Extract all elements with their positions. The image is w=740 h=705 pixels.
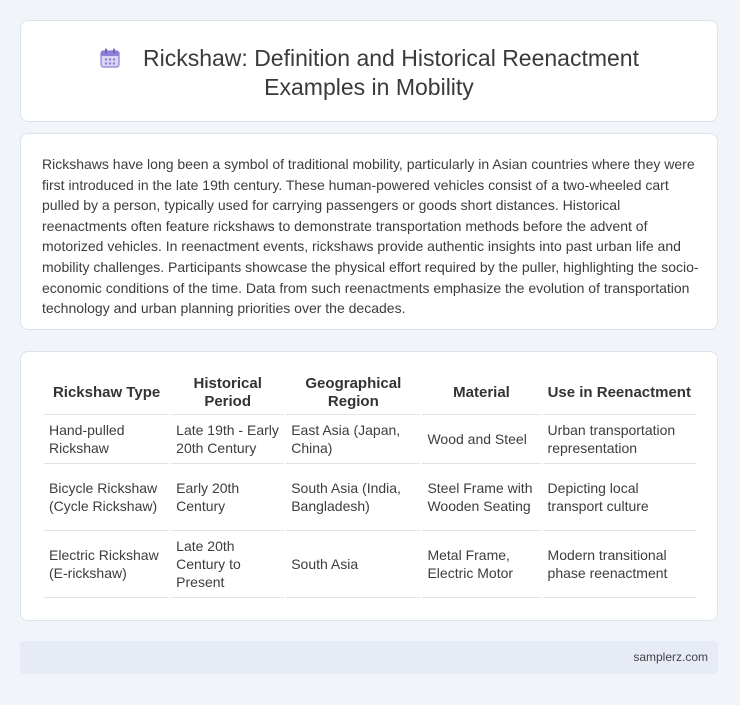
cell-period: Late 20th Century to Present bbox=[171, 531, 285, 598]
col-header-material: Material bbox=[422, 374, 541, 415]
cell-region: South Asia (India, Bangladesh) bbox=[286, 464, 421, 531]
col-header-period: Historical Period bbox=[171, 374, 285, 415]
cell-use: Urban transportation representation bbox=[542, 415, 696, 464]
col-header-region: Geographical Region bbox=[286, 374, 421, 415]
title-line-1: Rickshaw: Definition and Historical Reen… bbox=[143, 45, 639, 71]
table-header-row: Rickshaw Type Historical Period Geograph… bbox=[44, 374, 696, 415]
footer-site-link[interactable]: samplerz.com bbox=[633, 650, 708, 664]
intro-paragraph: Rickshaws have long been a symbol of tra… bbox=[42, 156, 699, 317]
cell-type: Electric Rickshaw (E-rickshaw) bbox=[44, 531, 170, 598]
table-row: Bicycle Rickshaw (Cycle Rickshaw) Early … bbox=[44, 464, 696, 531]
rickshaw-table: Rickshaw Type Historical Period Geograph… bbox=[42, 374, 698, 598]
cell-type: Hand-pulled Rickshaw bbox=[44, 415, 170, 464]
col-header-type: Rickshaw Type bbox=[44, 374, 170, 415]
cell-region: South Asia bbox=[286, 531, 421, 598]
table-card: Rickshaw Type Historical Period Geograph… bbox=[20, 351, 718, 621]
title-line-2: Examples in Mobility bbox=[264, 74, 474, 100]
col-header-use: Use in Reenactment bbox=[542, 374, 696, 415]
cell-type: Bicycle Rickshaw (Cycle Rickshaw) bbox=[44, 464, 170, 531]
cell-material: Wood and Steel bbox=[422, 415, 541, 464]
calendar-icon bbox=[99, 47, 121, 69]
cell-material: Steel Frame with Wooden Seating bbox=[422, 464, 541, 531]
intro-card: Rickshaws have long been a symbol of tra… bbox=[20, 133, 718, 330]
footer-bar: samplerz.com bbox=[20, 641, 718, 674]
table-row: Electric Rickshaw (E-rickshaw) Late 20th… bbox=[44, 531, 696, 598]
cell-period: Early 20th Century bbox=[171, 464, 285, 531]
table-row: Hand-pulled Rickshaw Late 19th - Early 2… bbox=[44, 415, 696, 464]
cell-use: Depicting local transport culture bbox=[542, 464, 696, 531]
cell-use: Modern transitional phase reenactment bbox=[542, 531, 696, 598]
cell-region: East Asia (Japan, China) bbox=[286, 415, 421, 464]
cell-material: Metal Frame, Electric Motor bbox=[422, 531, 541, 598]
page-title: Rickshaw: Definition and Historical Reen… bbox=[21, 44, 717, 102]
cell-period: Late 19th - Early 20th Century bbox=[171, 415, 285, 464]
title-card: Rickshaw: Definition and Historical Reen… bbox=[20, 20, 718, 122]
